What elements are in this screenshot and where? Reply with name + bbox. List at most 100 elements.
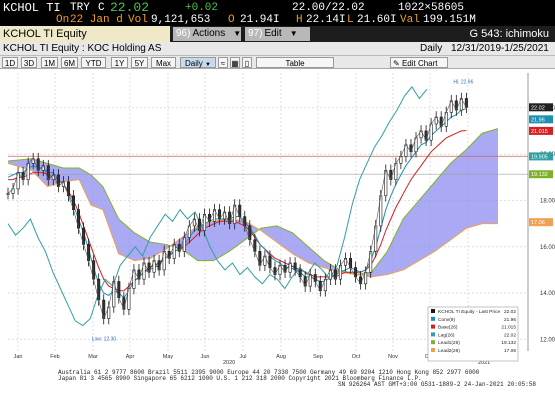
legend-value: 19.132: [501, 340, 516, 346]
date-range[interactable]: 12/31/2019-1/25/2021: [451, 42, 549, 56]
legend-value: 22.02: [504, 332, 516, 338]
x-tick-label: Aug: [276, 354, 286, 360]
high-price: 22.14I: [306, 14, 346, 26]
date: 22 Jan d: [70, 14, 123, 26]
legend-label: Lead1(26): [438, 340, 460, 346]
x-tick-label: May: [163, 354, 174, 360]
trade-size: 1022×58605: [398, 2, 465, 14]
security-field[interactable]: KCHOL TI Equity: [0, 26, 170, 42]
actions-button[interactable]: 96) Actions ▼: [173, 27, 241, 41]
actions-number: 96): [176, 28, 191, 39]
bar-chart-icon[interactable]: ▦: [230, 57, 240, 68]
footer: Australia 61 2 9777 8600 Brazil 5511 239…: [0, 369, 555, 400]
ticker: KCHOL TI: [3, 1, 61, 15]
x-tick-label: Jun: [201, 354, 210, 360]
high-label: H: [296, 14, 303, 26]
axis-badge-value: 19.132: [531, 172, 548, 178]
edit-button[interactable]: 97) Edit ▼: [245, 27, 310, 41]
periodicity: Daily: [420, 43, 443, 54]
legend-label: Base(26): [438, 325, 458, 331]
legend-swatch: [431, 316, 435, 321]
range-1y-button[interactable]: 1Y: [111, 57, 128, 68]
x-tick-label: Nov: [388, 354, 398, 360]
ichimoku-chart[interactable]: Hi: 22.96 Low: 12.30 12.00 14.00 16.00 18.00 2…: [0, 69, 555, 369]
x-tick-label: Feb: [50, 354, 59, 360]
legend-label: KCHOL TI Equity - Last Price: [438, 309, 500, 315]
actions-label: Actions: [192, 28, 226, 39]
legend-swatch: [431, 309, 435, 313]
chart-name: G 543: ichimoku: [469, 28, 549, 40]
edit-label: Edit: [264, 28, 282, 39]
table-button[interactable]: Table: [256, 57, 334, 68]
open-label: O: [228, 14, 235, 26]
x-tick-label: Jul: [239, 354, 246, 360]
range-1d-button[interactable]: 1D: [2, 57, 18, 68]
x-tick-label: Mar: [88, 354, 98, 360]
edit-chart-label: Edit Chart: [401, 59, 438, 68]
x-tick-label: Apr: [126, 354, 135, 360]
low-annotation: Low: 12.30: [92, 336, 117, 342]
footer-line-3: SN 926264 AST GMT+3:00 G531-1889-2 24-Ja…: [338, 381, 537, 388]
legend-value: 17.06: [504, 348, 516, 354]
title-bar: KCHOL TI Equity 96) Actions ▼ 97) Edit ▼ G 5…: [0, 26, 555, 42]
axis-badge-value: 22.02: [531, 105, 545, 111]
legend-swatch: [431, 348, 435, 352]
legend-label: Lead2(26): [438, 348, 460, 354]
info-bar: KCHOL TI Equity : KOC Holding AS Daily 1…: [0, 42, 555, 56]
axis-badge-value: 21.015: [531, 129, 548, 135]
open-price: 21.94I: [240, 14, 280, 26]
bid-ask: 22.00/22.02: [292, 2, 365, 14]
legend-value: 21.015: [501, 325, 516, 331]
change: +0.02: [185, 2, 219, 14]
range-ytd-button[interactable]: YTD: [81, 57, 106, 68]
y-tick-label: 12.00: [540, 337, 555, 343]
axis-badge-value: 17.06: [531, 220, 545, 226]
currency: TRY: [70, 2, 90, 14]
range-6m-button[interactable]: 6M: [61, 57, 78, 68]
chart-area[interactable]: Hi: 22.96 Low: 12.30 12.00 14.00 16.00 18.00 2…: [0, 69, 555, 369]
legend-label: Conv(9): [438, 317, 455, 323]
c-label: C: [98, 2, 105, 14]
vol-label: Vol: [128, 14, 148, 26]
traded-value: 199.151M: [423, 14, 476, 26]
high-annotation: Hi: 22.96: [453, 80, 473, 86]
x-tick-label: Oct: [352, 354, 361, 360]
legend-swatch: [431, 340, 435, 345]
x-tick-label: Sep: [313, 354, 323, 360]
legend-swatch: [431, 324, 435, 329]
legend-label: Lag(26): [438, 332, 455, 338]
val-label: Val: [400, 14, 420, 26]
legend-swatch: [431, 332, 435, 337]
chevron-down-icon: ▼: [205, 62, 211, 68]
security-name: KCHOL TI Equity : KOC Holding AS: [3, 43, 162, 54]
candle-chart-icon[interactable]: ▯: [242, 57, 252, 68]
y-tick-label: 16.00: [540, 245, 555, 251]
y-tick-label: 18.00: [540, 198, 555, 204]
date-label: On: [56, 14, 70, 26]
range-max-button[interactable]: Max: [151, 57, 176, 68]
quote-bar: KCHOL TI TRY C 22.02 +0.02 22.00/22.02 1…: [0, 0, 555, 26]
range-5y-button[interactable]: 5Y: [131, 57, 148, 68]
periodicity-select[interactable]: Daily ▼: [180, 57, 216, 68]
volume: 9,121,653: [151, 14, 211, 26]
pencil-icon: ✎: [393, 59, 400, 68]
low-price: 21.60I: [357, 14, 397, 26]
low-label: L: [347, 14, 354, 26]
edit-number: 97): [248, 28, 263, 39]
x-tick-label: Jan: [14, 354, 23, 360]
range-3d-button[interactable]: 3D: [21, 57, 37, 68]
axis-badge-value: 19.905: [531, 154, 548, 160]
legend-value: 22.02: [504, 309, 516, 315]
toolbar: 1D 3D 1M 6M YTD 1Y 5Y Max Daily ▼ ≈ ▦ ▯ …: [0, 56, 555, 69]
periodicity-value: Daily: [185, 59, 203, 68]
edit-chart-button[interactable]: ✎ Edit Chart: [390, 57, 448, 68]
last-price: 22.02: [110, 0, 150, 15]
y-tick-label: 14.00: [540, 291, 555, 297]
range-1m-button[interactable]: 1M: [41, 57, 58, 68]
chevron-down-icon: ▼: [233, 29, 242, 38]
chevron-down-icon: ▼: [289, 29, 298, 38]
x-year-label: 2020: [223, 360, 235, 366]
price-candle: [6, 193, 10, 195]
legend-value: 21.96: [504, 317, 516, 323]
line-chart-icon[interactable]: ≈: [218, 57, 228, 68]
